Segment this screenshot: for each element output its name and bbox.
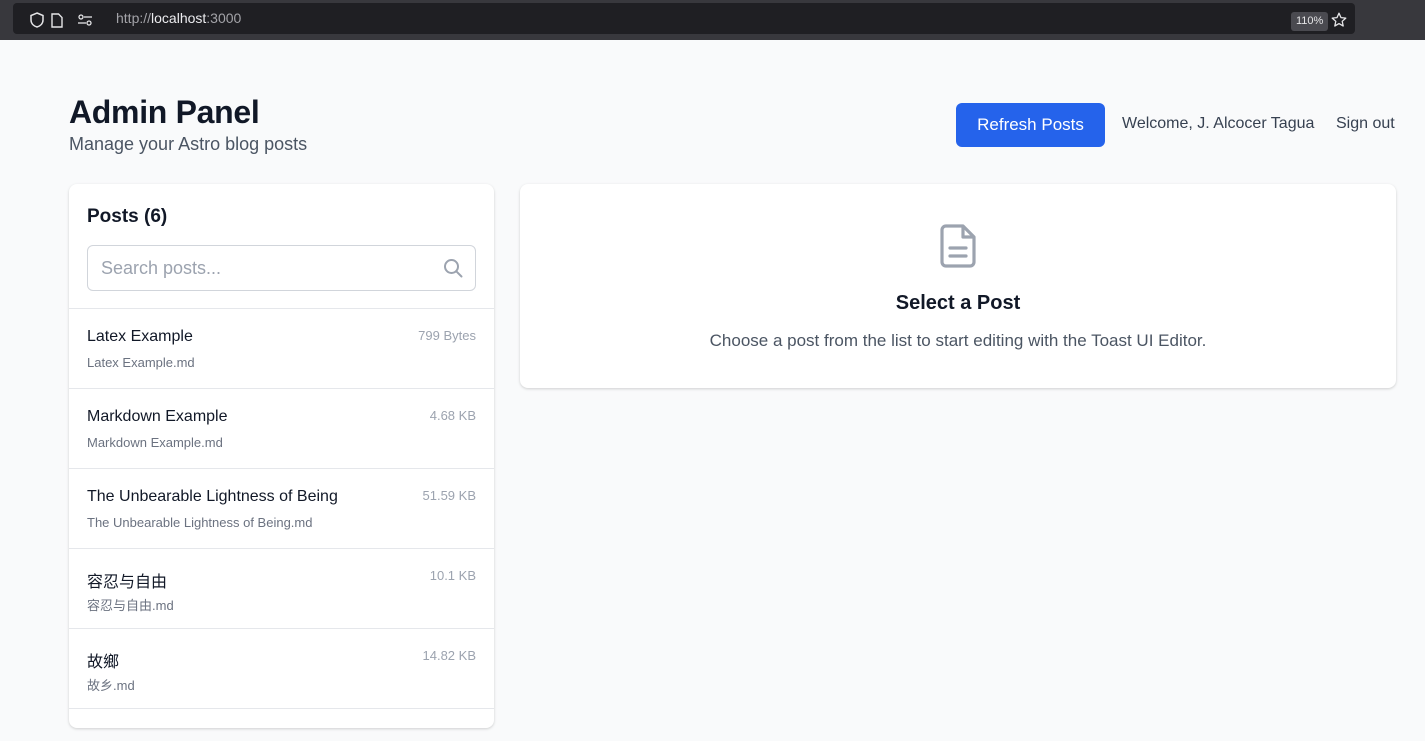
post-size: 4.68 KB [429, 408, 476, 423]
url-text[interactable]: http://localhost:3000 [116, 3, 241, 34]
empty-state-title: Select a Post [895, 292, 1021, 314]
post-size: 10.1 KB [429, 568, 476, 583]
page-subtitle: Manage your Astro blog posts [69, 134, 308, 154]
post-title: Latex Example [87, 328, 193, 345]
welcome-text: Welcome, J. Alcocer Tagua [1122, 115, 1315, 132]
page-icon[interactable] [49, 12, 65, 28]
url-host: localhost [151, 10, 207, 26]
bookmark-star-icon[interactable] [1331, 12, 1347, 28]
post-title: Markdown Example [87, 408, 228, 425]
post-size: 799 Bytes [418, 328, 476, 343]
document-icon [937, 222, 979, 270]
refresh-posts-button[interactable]: Refresh Posts [956, 103, 1105, 147]
post-filename: Latex Example.md [87, 355, 195, 370]
url-scheme: http:// [116, 10, 152, 26]
post-filename: 容忍与自由.md [87, 598, 174, 613]
post-list-item[interactable]: Latex Example Latex Example.md 799 Bytes [69, 309, 494, 389]
search-box [87, 245, 476, 291]
post-filename: Markdown Example.md [87, 435, 223, 450]
empty-state-description: Choose a post from the list to start edi… [709, 331, 1207, 350]
url-port: :3000 [206, 10, 242, 26]
address-bar[interactable]: http://localhost:3000 110% [13, 3, 1355, 34]
post-title: 故鄉 [87, 654, 120, 671]
post-filename: 故乡.md [87, 678, 135, 693]
shield-icon[interactable] [29, 12, 45, 28]
browser-toolbar: http://localhost:3000 110% [0, 0, 1425, 40]
search-input[interactable] [101, 246, 431, 290]
zoom-indicator[interactable]: 110% [1291, 12, 1329, 31]
post-title: 容忍与自由 [87, 574, 168, 591]
search-icon [443, 258, 463, 278]
permissions-icon[interactable] [77, 12, 93, 28]
post-list-item[interactable]: The Unbearable Lightness of Being The Un… [69, 469, 494, 549]
post-list-item[interactable]: 容忍与自由 容忍与自由.md 10.1 KB [69, 549, 494, 629]
post-filename: The Unbearable Lightness of Being.md [87, 515, 313, 530]
page-title: Admin Panel [69, 94, 260, 130]
posts-sidebar: Posts (6) Latex Example Latex Example.md… [69, 184, 494, 728]
post-size: 14.82 KB [422, 648, 477, 663]
sign-out-link[interactable]: Sign out [1336, 115, 1395, 133]
post-list-item[interactable]: 故鄉 故乡.md 14.82 KB [69, 629, 494, 709]
post-list-item[interactable]: Markdown Example Markdown Example.md 4.6… [69, 389, 494, 469]
posts-list: Latex Example Latex Example.md 799 Bytes… [69, 308, 494, 709]
editor-placeholder-panel: Select a Post Choose a post from the lis… [520, 184, 1396, 388]
post-title: The Unbearable Lightness of Being [87, 488, 338, 505]
post-size: 51.59 KB [422, 488, 477, 503]
posts-heading: Posts (6) [87, 206, 168, 227]
